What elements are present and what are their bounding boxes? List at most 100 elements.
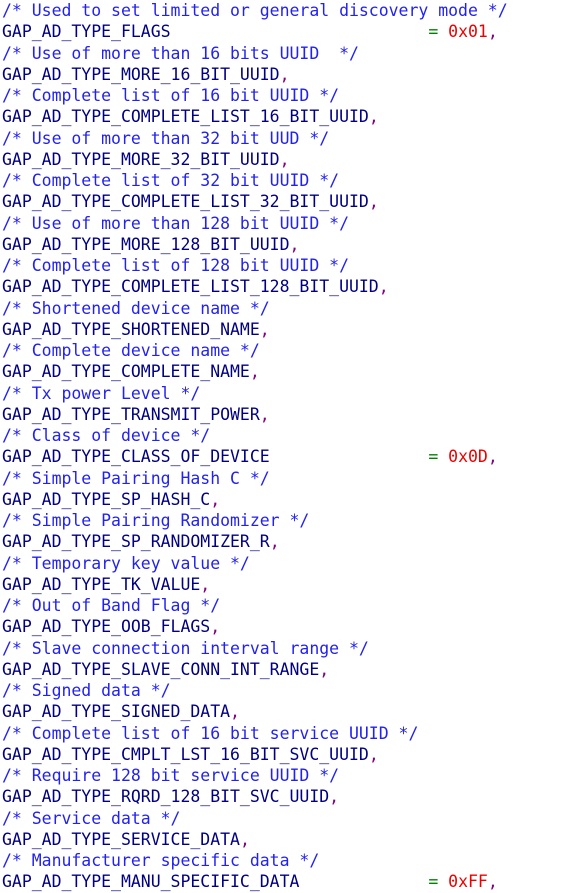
code-line: /* Manufacturer specific data */: [0, 850, 577, 871]
code-token-comment: /* Complete list of 128 bit UUID */: [2, 256, 349, 275]
code-line: /* Complete device name */: [0, 340, 577, 361]
code-token-comment: /* Complete list of 32 bit UUID */: [2, 171, 340, 190]
code-listing[interactable]: /* Used to set limited or general discov…: [0, 0, 577, 893]
code-token-identifier: GAP_AD_TYPE_SERVICE_DATA: [2, 829, 240, 849]
code-token-punct: ,: [259, 319, 270, 339]
code-line: /* Use of more than 128 bit UUID */: [0, 213, 577, 234]
code-line: /* Temporary key value */: [0, 553, 577, 574]
code-token-number: 0xFF: [448, 872, 488, 892]
code-token-punct: ,: [200, 574, 211, 594]
code-line: /* Tx power Level */: [0, 383, 577, 404]
code-line: /* Simple Pairing Hash C */: [0, 468, 577, 489]
code-line: /* Complete list of 16 bit service UUID …: [0, 723, 577, 744]
code-line: GAP_AD_TYPE_COMPLETE_LIST_16_BIT_UUID,: [0, 106, 577, 127]
code-token-number: 0x01: [448, 22, 488, 42]
code-token-identifier: GAP_AD_TYPE_TRANSMIT_POWER: [2, 404, 260, 424]
code-token-identifier: GAP_AD_TYPE_SIGNED_DATA: [2, 702, 231, 722]
code-token-operator: =: [428, 22, 439, 42]
code-line: GAP_AD_TYPE_SP_HASH_C,: [0, 489, 577, 510]
code-token-identifier: GAP_AD_TYPE_CLASS_OF_DEVICE: [2, 447, 270, 467]
code-token-comment: /* Use of more than 32 bit UUD */: [2, 128, 330, 148]
code-token-punct: ,: [487, 872, 498, 892]
code-token-comment: /* Out of Band Flag */: [2, 596, 221, 615]
code-token-identifier: GAP_AD_TYPE_MANU_SPECIFIC_DATA: [2, 872, 300, 892]
code-token-identifier: GAP_AD_TYPE_TK_VALUE: [2, 574, 201, 594]
code-token-comment: /* Service data */: [2, 808, 181, 828]
code-line: GAP_AD_TYPE_CLASS_OF_DEVICE = 0x0D,: [0, 446, 577, 467]
code-line: GAP_AD_TYPE_SERVICE_DATA,: [0, 829, 577, 850]
code-token-identifier: GAP_AD_TYPE_COMPLETE_NAME: [2, 362, 250, 382]
code-token-punct: ,: [230, 702, 240, 722]
code-line: /* Used to set limited or general discov…: [0, 0, 577, 21]
code-line: GAP_AD_TYPE_TK_VALUE,: [0, 574, 577, 595]
code-line: /* Complete list of 128 bit UUID */: [0, 255, 577, 276]
code-line: /* Service data */: [0, 808, 577, 829]
code-token-punct: ,: [487, 22, 498, 42]
code-token-punct: ,: [329, 787, 340, 807]
code-line: /* Slave connection interval range */: [0, 638, 577, 659]
code-line: GAP_AD_TYPE_SP_RANDOMIZER_R,: [0, 531, 577, 552]
code-token-comment: /* Complete list of 16 bit service UUID …: [2, 723, 419, 743]
code-token-identifier: GAP_AD_TYPE_OOB_FLAGS: [2, 617, 211, 637]
code-line: GAP_AD_TYPE_COMPLETE_NAME,: [0, 361, 577, 382]
code-token-identifier: GAP_AD_TYPE_CMPLT_LST_16_BIT_SVC_UUID: [2, 744, 369, 764]
code-token-identifier: GAP_AD_TYPE_COMPLETE_LIST_32_BIT_UUID: [2, 192, 369, 212]
code-line: /* Require 128 bit service UUID */: [0, 765, 577, 786]
code-line: GAP_AD_TYPE_COMPLETE_LIST_128_BIT_UUID,: [0, 276, 577, 297]
code-token-punct: ,: [319, 659, 330, 679]
code-token-operator: =: [428, 447, 439, 467]
code-token-identifier: GAP_AD_TYPE_SHORTENED_NAME: [2, 319, 260, 339]
code-line: /* Out of Band Flag */: [0, 595, 577, 616]
code-line: GAP_AD_TYPE_MORE_16_BIT_UUID,: [0, 64, 577, 85]
code-token-identifier: GAP_AD_TYPE_SLAVE_CONN_INT_RANGE: [2, 659, 320, 679]
code-token-operator: =: [428, 872, 439, 892]
code-line: GAP_AD_TYPE_SHORTENED_NAME,: [0, 319, 577, 340]
code-token-punct: ,: [368, 744, 379, 764]
code-token-punct: ,: [487, 447, 498, 467]
code-line: GAP_AD_TYPE_MANU_SPECIFIC_DATA = 0xFF,: [0, 871, 577, 892]
code-token-punct: ,: [368, 192, 379, 212]
code-token-punct: ,: [368, 107, 379, 127]
code-token-comment: /* Tx power Level */: [2, 383, 201, 403]
code-token-punct: ,: [279, 64, 290, 84]
code-line: GAP_AD_TYPE_COMPLETE_LIST_32_BIT_UUID,: [0, 191, 577, 212]
code-token-punct: ,: [249, 362, 260, 382]
code-token-identifier: GAP_AD_TYPE_SP_RANDOMIZER_R: [2, 532, 270, 552]
code-token-identifier: GAP_AD_TYPE_MORE_32_BIT_UUID: [2, 149, 280, 169]
code-line: GAP_AD_TYPE_CMPLT_LST_16_BIT_SVC_UUID,: [0, 744, 577, 765]
code-line: /* Use of more than 16 bits UUID */: [0, 43, 577, 64]
code-token-comment: /* Use of more than 128 bit UUID */: [2, 213, 349, 233]
code-token-comment: /* Simple Pairing Hash C */: [2, 468, 270, 488]
code-line: /* Shortened device name */: [0, 298, 577, 319]
code-line: /* Complete list of 16 bit UUID */: [0, 85, 577, 106]
code-line: GAP_AD_TYPE_SLAVE_CONN_INT_RANGE,: [0, 659, 577, 680]
code-token-punct: ,: [239, 829, 250, 849]
code-line: GAP_AD_TYPE_MORE_32_BIT_UUID,: [0, 149, 577, 170]
code-token-punct: ,: [378, 277, 389, 297]
code-token-punct: ,: [279, 149, 290, 169]
code-token-punct: ,: [210, 489, 221, 509]
code-line: /* Simple Pairing Randomizer */: [0, 510, 577, 531]
code-token-identifier: GAP_AD_TYPE_RQRD_128_BIT_SVC_UUID: [2, 787, 330, 807]
code-line: /* Class of device */: [0, 425, 577, 446]
code-token-comment: /* Require 128 bit service UUID */: [2, 766, 340, 785]
code-token-comment: /* Manufacturer specific data */: [2, 851, 320, 870]
code-token-punct: ,: [289, 234, 300, 254]
code-token-identifier: GAP_AD_TYPE_MORE_16_BIT_UUID: [2, 64, 280, 84]
code-line: GAP_AD_TYPE_OOB_FLAGS,: [0, 616, 577, 637]
code-token-identifier: GAP_AD_TYPE_MORE_128_BIT_UUID: [2, 234, 290, 254]
code-token-comment: /* Temporary key value */: [2, 553, 250, 573]
code-token-comment: /* Slave connection interval range */: [2, 638, 369, 658]
code-line: /* Complete list of 32 bit UUID */: [0, 170, 577, 191]
code-line: GAP_AD_TYPE_RQRD_128_BIT_SVC_UUID,: [0, 786, 577, 807]
code-token-comment: /* Signed data */: [2, 681, 171, 700]
code-token-punct: ,: [269, 532, 280, 552]
code-line: GAP_AD_TYPE_TRANSMIT_POWER,: [0, 404, 577, 425]
code-token-identifier: GAP_AD_TYPE_COMPLETE_LIST_16_BIT_UUID: [2, 107, 369, 127]
code-token-punct: ,: [259, 404, 270, 424]
code-line: GAP_AD_TYPE_FLAGS = 0x01,: [0, 21, 577, 42]
